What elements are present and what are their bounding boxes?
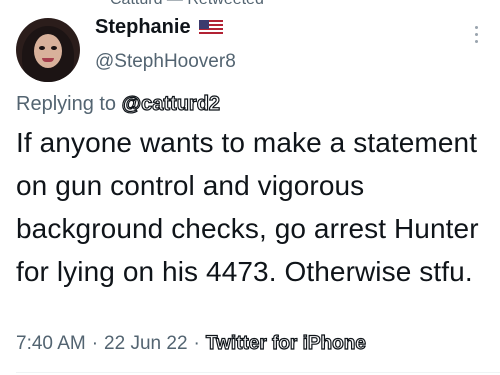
tweet-client[interactable]: Twitter for iPhone — [205, 332, 366, 355]
tweet-time[interactable]: 7:40 AM — [16, 333, 86, 355]
avatar-eye — [39, 46, 45, 50]
avatar-face — [34, 34, 62, 68]
author-handle[interactable]: @StephHoover8 — [95, 51, 236, 73]
replying-to: Replying to @catturd2 — [16, 92, 221, 116]
replying-to-label: Replying to — [16, 93, 117, 115]
tweet-text: If anyone wants to make a statement on g… — [16, 127, 479, 287]
meta-separator: · — [91, 333, 99, 354]
avatar-eye — [51, 46, 57, 50]
author-name-row: Stephanie — [95, 16, 223, 39]
reply-mention-link[interactable]: @catturd2 — [121, 92, 221, 115]
retweet-context: Catturd — Retweeted — [110, 0, 264, 9]
tweet-meta: 7:40 AM · 22 Jun 22 · Twitter for iPhone — [16, 332, 367, 355]
divider — [16, 372, 500, 373]
more-options-icon[interactable] — [470, 26, 482, 50]
avatar[interactable] — [16, 18, 80, 82]
author-name[interactable]: Stephanie — [95, 16, 191, 39]
meta-separator: · — [193, 333, 200, 354]
us-flag-icon — [198, 19, 223, 36]
tweet-date[interactable]: 22 Jun 22 — [104, 333, 187, 355]
